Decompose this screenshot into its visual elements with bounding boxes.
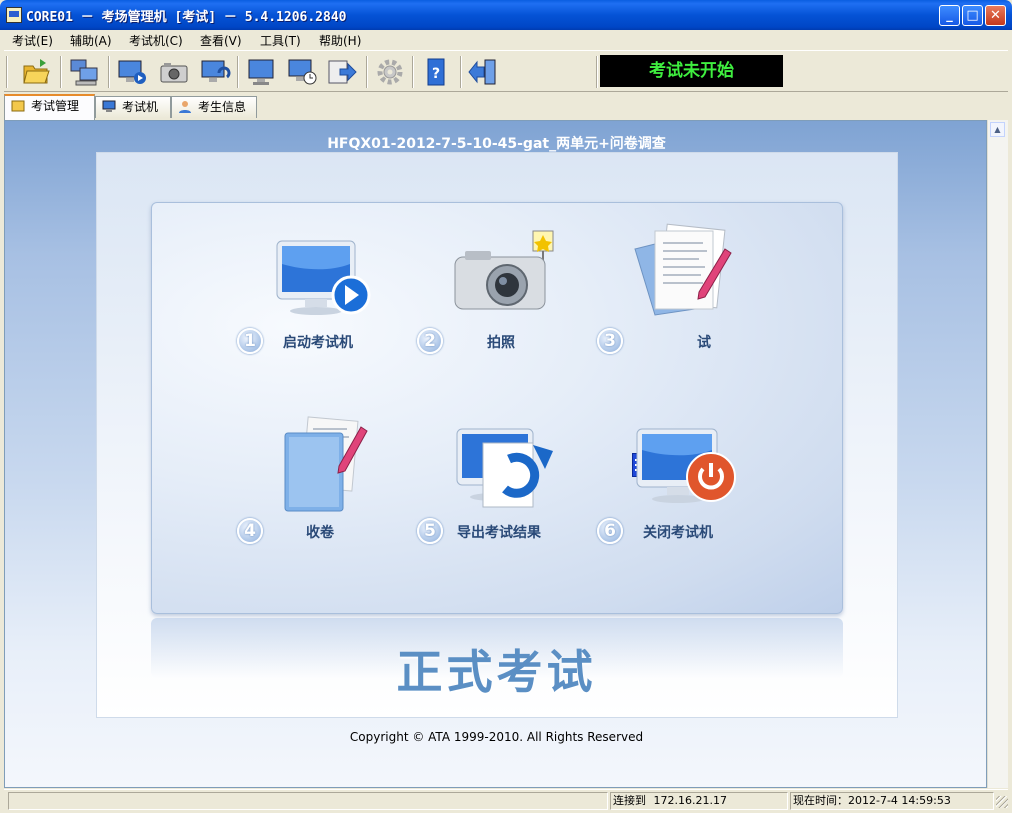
start-exam-label[interactable]: 试	[697, 332, 711, 352]
exit-icon	[468, 59, 496, 85]
user-icon	[179, 101, 191, 113]
monitor-icon	[102, 100, 116, 112]
monitor-clock-button[interactable]	[286, 57, 318, 87]
time-label: 现在时间：	[793, 794, 848, 807]
toolbar-separator	[412, 56, 414, 88]
folder-icon	[11, 100, 25, 112]
connection-ip: 172.16.21.17	[653, 794, 727, 807]
monitor-button[interactable]	[245, 57, 277, 87]
status-bar: 连接到 172.16.21.17 现在时间：2012-7-4 14:59:53	[4, 789, 1008, 812]
minimize-button[interactable]: _	[939, 5, 960, 26]
main-panel: HFQX01-2012-7-5-10-45-gat_两单元+问卷调查 1 启动考…	[4, 120, 987, 788]
tab-exam-machine[interactable]: 考试机	[95, 96, 171, 118]
monitor-icon	[248, 59, 274, 85]
chevron-up-icon: ▲	[994, 125, 1001, 134]
toolbar-separator	[6, 56, 8, 88]
exam-name: HFQX01-2012-7-5-10-45-gat_两单元+问卷调查	[327, 136, 666, 152]
export-results-action[interactable]	[453, 423, 561, 513]
step-number: 6	[597, 518, 623, 544]
toolbar-separator	[460, 56, 462, 88]
tab-label: 考生信息	[198, 100, 247, 114]
start-monitor-button[interactable]	[116, 57, 148, 87]
help-button[interactable]: ?	[420, 57, 452, 87]
tab-student-info[interactable]: 考生信息	[171, 96, 257, 118]
maximize-button[interactable]: □	[962, 5, 983, 26]
menu-assist[interactable]: 辅助(A)	[70, 32, 112, 49]
copyright: Copyright © ATA 1999-2010. All Rights Re…	[349, 730, 644, 744]
toolbar-separator	[596, 56, 598, 88]
exit-button[interactable]	[468, 57, 500, 87]
connection-label: 连接到	[613, 794, 646, 807]
camera-icon	[454, 230, 554, 310]
start-exam-action[interactable]	[625, 219, 735, 319]
gear-icon	[377, 59, 403, 85]
tab-bar: 考试管理 考试机 考生信息	[4, 94, 1008, 120]
shutdown-exam-machine-label[interactable]: 关闭考试机	[643, 522, 713, 542]
menu-view[interactable]: 查看(V)	[200, 32, 242, 49]
shutdown-exam-machine-action[interactable]	[633, 423, 741, 513]
monitor-power-icon	[636, 428, 736, 503]
toolbar-separator	[237, 56, 239, 88]
start-exam-machine-label[interactable]: 启动考试机	[283, 332, 353, 352]
window-title: CORE01 － 考场管理机 [考试] － 5.4.1206.2840	[26, 10, 347, 25]
monitor-play-icon	[276, 240, 371, 315]
export-button[interactable]	[326, 57, 358, 87]
svg-text:?: ?	[432, 66, 440, 82]
exam-status-display: 考试未开始	[600, 55, 783, 87]
folder-pen-icon	[284, 416, 368, 512]
help-book-icon: ?	[427, 58, 445, 86]
monitor-export-icon	[456, 428, 553, 508]
camera-button[interactable]	[158, 57, 190, 87]
paper-pen-icon	[634, 223, 732, 316]
resize-grip-icon[interactable]	[996, 796, 1008, 808]
tab-label: 考试管理	[31, 99, 80, 113]
take-photo-label[interactable]: 拍照	[487, 332, 515, 352]
app-icon[interactable]	[6, 7, 22, 23]
network-computers-icon	[70, 59, 98, 86]
step-number: 4	[237, 518, 263, 544]
close-button[interactable]: ✕	[985, 5, 1006, 26]
camera-icon	[160, 63, 188, 83]
refresh-monitor-icon	[201, 60, 231, 82]
title-bar: CORE01 － 考场管理机 [考试] － 5.4.1206.2840 _ □ …	[0, 0, 1012, 30]
scroll-up-arrow[interactable]: ▲	[990, 122, 1005, 137]
toolbar: ?	[4, 50, 1008, 92]
maximize-icon: □	[966, 8, 979, 23]
connection-status: 连接到 172.16.21.17	[610, 792, 788, 810]
tab-label: 考试机	[122, 100, 159, 114]
menu-bar: 考试(E) 辅助(A) 考试机(C) 查看(V) 工具(T) 帮助(H)	[4, 30, 1008, 50]
collect-papers-label[interactable]: 收卷	[306, 522, 334, 542]
menu-tools[interactable]: 工具(T)	[260, 32, 301, 49]
start-monitor-icon	[118, 60, 146, 84]
step-number: 5	[417, 518, 443, 544]
refresh-monitor-button[interactable]	[199, 57, 231, 87]
current-time-status: 现在时间：2012-7-4 14:59:53	[790, 792, 994, 810]
start-exam-machine-action[interactable]	[265, 233, 375, 323]
toolbar-separator	[366, 56, 368, 88]
status-pane-empty	[8, 792, 608, 810]
step-number: 1	[237, 328, 263, 354]
time-value: 2012-7-4 14:59:53	[848, 794, 951, 807]
step-number: 2	[417, 328, 443, 354]
network-computers-button[interactable]	[68, 57, 100, 87]
toolbar-separator	[60, 56, 62, 88]
minimize-icon: _	[946, 8, 953, 23]
open-folder-button[interactable]	[20, 57, 52, 87]
export-results-label[interactable]: 导出考试结果	[457, 522, 541, 542]
exam-mode-banner: 正式考试	[396, 645, 597, 699]
tab-exam-management[interactable]: 考试管理	[4, 94, 95, 120]
menu-exam[interactable]: 考试(E)	[12, 32, 53, 49]
close-icon: ✕	[990, 8, 1001, 23]
monitor-clock-icon	[288, 59, 317, 85]
export-icon	[328, 60, 357, 84]
vertical-scrollbar[interactable]: ▲	[987, 120, 1008, 788]
step-number: 3	[597, 328, 623, 354]
toolbar-separator	[108, 56, 110, 88]
open-folder-icon	[23, 59, 50, 84]
menu-help[interactable]: 帮助(H)	[319, 32, 361, 49]
collect-papers-action[interactable]	[275, 413, 375, 513]
settings-button[interactable]	[374, 57, 406, 87]
menu-exam-machine[interactable]: 考试机(C)	[129, 32, 183, 49]
take-photo-action[interactable]	[447, 229, 559, 319]
